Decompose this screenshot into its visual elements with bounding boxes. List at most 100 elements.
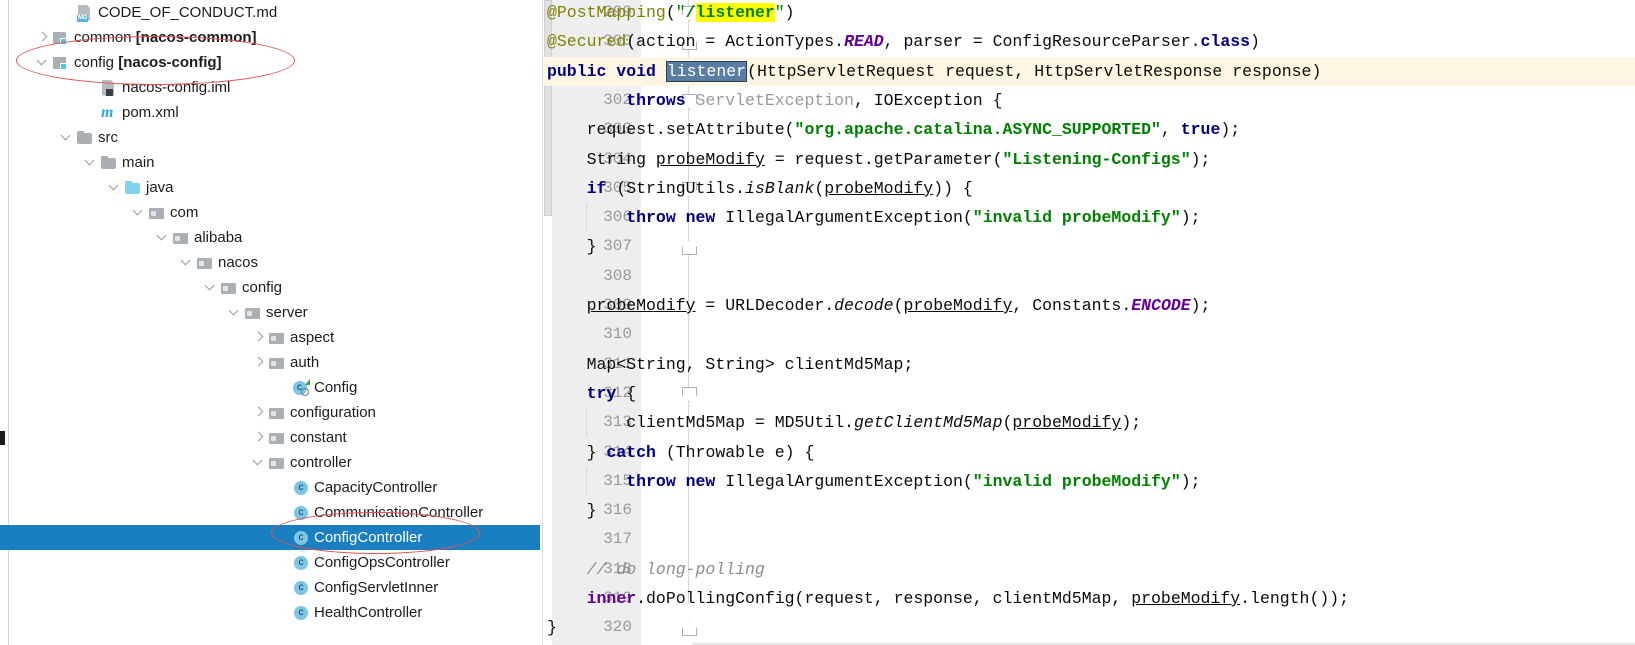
tree-row-label: java: [146, 179, 174, 196]
tree-row-label: server: [266, 304, 308, 321]
tree-row-label: CODE_OF_CONDUCT.md: [98, 4, 278, 21]
code-line[interactable]: request.setAttribute("org.apache.catalin…: [543, 115, 1241, 144]
java-class-icon: [292, 579, 310, 597]
folder-icon: [100, 154, 118, 172]
tree-row[interactable]: src: [0, 125, 543, 150]
code-line[interactable]: }: [543, 613, 557, 642]
code-line[interactable]: public void listener(HttpServletRequest …: [543, 57, 1321, 86]
indent-guide: [585, 203, 587, 233]
tree-row[interactable]: CapacityController: [0, 475, 543, 500]
chevron-down-icon[interactable]: [34, 50, 52, 75]
tree-row[interactable]: Config: [0, 375, 543, 400]
package-folder-icon: [268, 454, 286, 472]
line-number: 310: [603, 325, 632, 344]
code-line[interactable]: // do long-polling: [543, 555, 765, 584]
code-fold-handle-icon[interactable]: [682, 621, 697, 637]
code-fold-handle-icon[interactable]: [682, 386, 697, 402]
tree-row[interactable]: java: [0, 175, 543, 200]
package-folder-icon: [148, 204, 166, 222]
tree-row[interactable]: constant: [0, 425, 543, 450]
tree-row-label: auth: [290, 354, 320, 371]
chevron-right-icon[interactable]: [250, 350, 268, 375]
tree-row-label: config: [242, 279, 283, 296]
tree-row[interactable]: pom.xml: [0, 100, 543, 125]
tree-row[interactable]: configuration: [0, 400, 543, 425]
chevron-down-icon[interactable]: [202, 275, 220, 300]
chevron-down-icon[interactable]: [178, 250, 196, 275]
java-class-icon: [292, 529, 310, 547]
tree-row[interactable]: nacos-config.iml: [0, 75, 543, 100]
code-line[interactable]: [543, 262, 557, 291]
tree-row[interactable]: ConfigOpsController: [0, 550, 543, 575]
code-line[interactable]: [543, 525, 557, 554]
code-line[interactable]: throws ServletException, IOException {: [543, 86, 1002, 115]
code-line[interactable]: probeModify = URLDecoder.decode(probeMod…: [543, 291, 1211, 320]
code-line[interactable]: try {: [543, 379, 637, 408]
config-badge-icon: [305, 378, 310, 385]
code-line[interactable]: inner.doPollingConfig(request, response,…: [543, 584, 1349, 613]
chevron-right-icon[interactable]: [250, 325, 268, 350]
chevron-down-icon[interactable]: [154, 225, 172, 250]
chevron-down-icon[interactable]: [250, 450, 268, 475]
tree-row-label: controller: [290, 454, 352, 471]
chevron-down-icon[interactable]: [82, 150, 100, 175]
tree-no-arrow: [274, 525, 292, 550]
chevron-right-icon[interactable]: [250, 425, 268, 450]
tree-row[interactable]: nacos: [0, 250, 543, 275]
code-line[interactable]: if (StringUtils.isBlank(probeModify)) {: [543, 174, 973, 203]
tree-row-label: alibaba: [194, 229, 243, 246]
code-line[interactable]: clientMd5Map = MD5Util.getClientMd5Map(p…: [543, 408, 1141, 437]
tree-row-label: HealthController: [314, 604, 423, 621]
chevron-down-icon[interactable]: [58, 125, 76, 150]
tree-no-arrow: [274, 475, 292, 500]
tree-row-label: ConfigOpsController: [314, 554, 450, 571]
java-class-icon: [292, 554, 310, 572]
tree-row[interactable]: main: [0, 150, 543, 175]
code-line[interactable]: }: [543, 232, 597, 261]
project-tool-window[interactable]: CODE_OF_CONDUCT.mdcommon [nacos-common] c…: [0, 0, 543, 645]
tree-no-arrow: [82, 75, 100, 100]
tree-row[interactable]: common [nacos-common]: [0, 25, 543, 50]
code-line[interactable]: }: [543, 496, 597, 525]
tree-row[interactable]: com: [0, 200, 543, 225]
chevron-right-icon[interactable]: [34, 25, 52, 50]
tree-row[interactable]: alibaba: [0, 225, 543, 250]
tree-row[interactable]: server: [0, 300, 543, 325]
line-number: 308: [603, 266, 632, 285]
chevron-right-icon[interactable]: [250, 400, 268, 425]
tree-row[interactable]: config [nacos-config]: [0, 50, 543, 75]
java-class-icon: [292, 604, 310, 622]
tree-row[interactable]: controller: [0, 450, 543, 475]
tree-row-module-name: [nacos-common]: [135, 29, 257, 46]
tree-row[interactable]: aspect: [0, 325, 543, 350]
code-editor-pane[interactable]: 299300301@302303304305306307308309310311…: [543, 0, 1635, 645]
code-line[interactable]: Map<String, String> clientMd5Map;: [543, 350, 914, 379]
code-line[interactable]: } catch (Throwable e) {: [543, 438, 815, 467]
code-line[interactable]: @Secured(action = ActionTypes.READ, pars…: [543, 27, 1260, 56]
tree-row[interactable]: config: [0, 275, 543, 300]
tree-row-label: CapacityController: [314, 479, 438, 496]
code-line[interactable]: [543, 320, 557, 349]
tree-row[interactable]: CommunicationController: [0, 500, 543, 525]
project-tree-list[interactable]: CODE_OF_CONDUCT.mdcommon [nacos-common] c…: [0, 0, 543, 625]
tree-no-arrow: [274, 575, 292, 600]
chevron-down-icon[interactable]: [130, 200, 148, 225]
code-line[interactable]: @PostMapping("/listener"): [543, 0, 795, 27]
tree-row-label: nacos: [218, 254, 259, 271]
chevron-down-icon[interactable]: [226, 300, 244, 325]
tree-row[interactable]: HealthController: [0, 600, 543, 625]
code-line[interactable]: throw new IllegalArgumentException("inva…: [543, 203, 1200, 232]
code-line[interactable]: String probeModify = request.getParamete…: [543, 145, 1211, 174]
code-line[interactable]: throw new IllegalArgumentException("inva…: [543, 467, 1200, 496]
tree-row[interactable]: CODE_OF_CONDUCT.md: [0, 0, 543, 25]
module-folder-icon: [52, 54, 70, 72]
tree-row-selected[interactable]: ConfigController: [0, 525, 543, 550]
code-fold-handle-icon[interactable]: [682, 240, 697, 256]
folder-icon: [76, 129, 94, 147]
tree-row[interactable]: ConfigServletInner: [0, 575, 543, 600]
chevron-down-icon[interactable]: [106, 175, 124, 200]
package-folder-icon: [244, 304, 262, 322]
java-class-icon: [292, 504, 310, 522]
package-folder-icon: [220, 279, 238, 297]
tree-row[interactable]: auth: [0, 350, 543, 375]
